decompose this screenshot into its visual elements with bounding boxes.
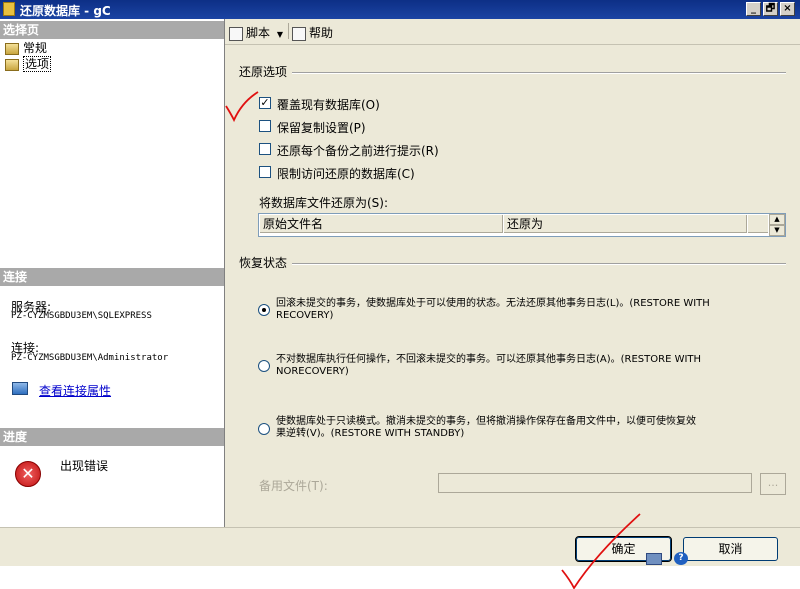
help-label: 帮助 bbox=[309, 26, 334, 40]
recovery-option-label: 回滚未提交的事务，使数据库处于可以使用的状态。无法还原其他事务日志(L)。(RE… bbox=[276, 298, 788, 322]
window-title: 还原数据库 - gC bbox=[20, 4, 111, 18]
progress-status: 出现错误 bbox=[60, 459, 109, 473]
standby-file-label: 备用文件(T): bbox=[259, 479, 328, 493]
file-grid[interactable]: 原始文件名 还原为 ▲ ▼ bbox=[258, 213, 786, 237]
server-value: PZ-CYZMSGBDU3EM\SQLEXPRESS bbox=[11, 311, 152, 321]
restore-button[interactable]: 🗗 bbox=[763, 2, 778, 16]
progress-header: 进度 bbox=[0, 428, 224, 446]
norecovery-option-line2: NORECOVERY) bbox=[276, 366, 349, 377]
restrict-access-checkbox[interactable] bbox=[259, 166, 271, 178]
group-divider bbox=[292, 72, 786, 74]
dropdown-arrow-icon[interactable]: ▼ bbox=[277, 30, 283, 39]
select-page-header: 选择页 bbox=[0, 21, 224, 39]
standby-option-line1: 使数据库处于只读模式。撤消未提交的事务，但将撤消操作保存在备用文件中，以便可使恢… bbox=[276, 416, 696, 427]
restrict-access-label: 限制访问还原的数据库(C) bbox=[277, 167, 415, 181]
help-icon: ? bbox=[674, 552, 688, 565]
restore-options-title: 还原选项 bbox=[239, 65, 288, 79]
nav-item-label: 选项 bbox=[23, 56, 52, 72]
title-bar[interactable]: 还原数据库 - gC _ 🗗 × bbox=[0, 0, 800, 19]
toolbar: 脚本 ▼ 帮助 bbox=[225, 19, 800, 45]
nav-item-options[interactable]: 选项 bbox=[5, 56, 52, 72]
standby-radio[interactable] bbox=[258, 423, 270, 435]
connection-value: PZ-CYZMSGBDU3EM\Administrator bbox=[11, 353, 169, 363]
left-pane: 选择页 常规 选项 连接 服务器: PZ-CYZMSGBDU3EM\SQLEXP… bbox=[0, 19, 225, 527]
norecovery-option-label: 不对数据库执行任何操作，不回滚未提交的事务。可以还原其他事务日志(A)。(RES… bbox=[276, 354, 788, 378]
nav-item-label: 常规 bbox=[23, 41, 48, 55]
help-button[interactable]: 帮助 bbox=[292, 24, 333, 41]
view-connection-properties-link[interactable]: 查看连接属性 bbox=[39, 382, 111, 399]
toolbar-separator bbox=[288, 23, 289, 39]
standby-option-line2: 果逆转(V)。(RESTORE WITH STANDBY) bbox=[276, 428, 465, 439]
connection-properties-icon bbox=[12, 382, 28, 395]
norecovery-radio[interactable] bbox=[258, 360, 270, 372]
database-icon bbox=[3, 2, 15, 16]
connection-header: 连接 bbox=[0, 268, 224, 286]
close-button[interactable]: × bbox=[780, 2, 795, 16]
help-icon bbox=[292, 26, 306, 41]
recovery-option-line1: 回滚未提交的事务，使数据库处于可以使用的状态。无法还原其他事务日志(L)。(RE… bbox=[276, 298, 710, 309]
scroll-down-button[interactable]: ▼ bbox=[769, 225, 785, 236]
grid-header-restore-as[interactable]: 还原为 bbox=[504, 215, 747, 233]
annotation-checkmark-icon bbox=[225, 91, 259, 123]
prompt-before-restore-checkbox[interactable] bbox=[259, 143, 271, 155]
error-icon: ✕ bbox=[15, 461, 41, 487]
standby-file-input[interactable] bbox=[438, 473, 752, 493]
cancel-button[interactable]: 取消 bbox=[683, 537, 778, 561]
taskbar-icon bbox=[646, 553, 662, 565]
annotation-checkmark-icon bbox=[561, 513, 641, 589]
restore-files-label: 将数据库文件还原为(S): bbox=[259, 196, 389, 210]
scroll-up-button[interactable]: ▲ bbox=[769, 214, 785, 225]
page-icon bbox=[5, 42, 19, 55]
keep-replication-label: 保留复制设置(P) bbox=[277, 121, 366, 135]
browse-standby-button[interactable]: ... bbox=[760, 473, 786, 495]
overwrite-label: 覆盖现有数据库(O) bbox=[277, 98, 380, 112]
prompt-before-restore-label: 还原每个备份之前进行提示(R) bbox=[277, 144, 439, 158]
script-button[interactable]: 脚本 ▼ bbox=[229, 24, 283, 41]
nav-item-general[interactable]: 常规 bbox=[5, 41, 47, 56]
script-label: 脚本 bbox=[246, 26, 271, 40]
page-icon bbox=[5, 58, 19, 71]
grid-header-filler bbox=[748, 215, 768, 233]
group-divider bbox=[292, 263, 786, 265]
recovery-option-line2: RECOVERY) bbox=[276, 310, 334, 321]
recovery-state-title: 恢复状态 bbox=[239, 256, 288, 270]
script-icon bbox=[229, 26, 243, 41]
norecovery-option-line1: 不对数据库执行任何操作，不回滚未提交的事务。可以还原其他事务日志(A)。(RES… bbox=[276, 354, 702, 365]
standby-option-label: 使数据库处于只读模式。撤消未提交的事务，但将撤消操作保存在备用文件中，以便可使恢… bbox=[276, 416, 788, 440]
grid-header-original-file[interactable]: 原始文件名 bbox=[260, 215, 503, 233]
minimize-button[interactable]: _ bbox=[746, 2, 761, 16]
recovery-radio[interactable] bbox=[258, 304, 270, 316]
